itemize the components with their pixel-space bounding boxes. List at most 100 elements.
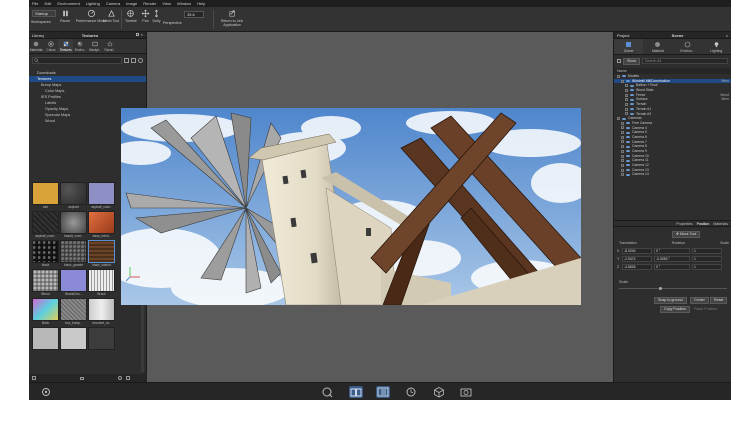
- eye-icon[interactable]: [626, 150, 630, 153]
- name-column[interactable]: Name: [617, 69, 627, 73]
- texture-thumbnail[interactable]: brushed_ra..: [88, 298, 115, 325]
- menu-edit[interactable]: Edit: [44, 0, 51, 7]
- texture-thumbnail[interactable]: Brack: [88, 269, 115, 296]
- tab-lighting[interactable]: Lighting: [702, 39, 731, 54]
- tab-materials[interactable]: Materials: [713, 221, 728, 226]
- list-view-icon[interactable]: [131, 57, 136, 63]
- eye-icon[interactable]: [622, 117, 626, 120]
- cube-icon[interactable]: [432, 386, 446, 398]
- eye-icon[interactable]: [626, 145, 630, 148]
- tab-textures[interactable]: Textures: [58, 39, 74, 53]
- render-viewport-image[interactable]: [121, 108, 581, 305]
- tab-position[interactable]: Position: [697, 221, 710, 226]
- texture-thumbnail[interactable]: BluestCho..: [60, 269, 87, 296]
- visibility-checkbox[interactable]: [625, 107, 628, 111]
- close-icon[interactable]: ×: [141, 33, 143, 37]
- eye-icon[interactable]: [626, 131, 630, 134]
- settings-small-icon[interactable]: [118, 376, 122, 380]
- visibility-checkbox[interactable]: [621, 159, 624, 163]
- library-search-input[interactable]: [32, 56, 122, 64]
- delete-icon[interactable]: [126, 376, 130, 380]
- visibility-checkbox[interactable]: [621, 145, 624, 149]
- eye-icon[interactable]: [626, 136, 630, 139]
- rotation-input[interactable]: -0.0053 °: [654, 256, 690, 262]
- menu-environment[interactable]: Environment: [57, 0, 79, 7]
- eye-icon[interactable]: [630, 94, 634, 97]
- rotation-input[interactable]: 0 °: [654, 248, 690, 254]
- startup-select[interactable]: Startup: [32, 10, 56, 17]
- translation-input[interactable]: -8.0240: [622, 248, 652, 254]
- float-icon[interactable]: [135, 33, 139, 36]
- close-icon[interactable]: ×: [726, 33, 728, 38]
- move-tool-button[interactable]: ✥Move Tool: [672, 231, 701, 238]
- book-icon[interactable]: [349, 386, 363, 398]
- eye-icon[interactable]: [626, 80, 630, 83]
- visibility-checkbox[interactable]: [621, 154, 624, 158]
- history-icon[interactable]: [404, 386, 418, 398]
- menu-camera[interactable]: Camera: [106, 0, 120, 7]
- visibility-checkbox[interactable]: [621, 173, 624, 177]
- dolly-button[interactable]: Dolly: [152, 9, 161, 23]
- copy-position-button[interactable]: Copy Position: [660, 306, 691, 313]
- eye-icon[interactable]: [630, 112, 634, 115]
- texture-thumbnail[interactable]: asphalt_cove..: [32, 211, 59, 238]
- import-icon[interactable]: [32, 376, 36, 380]
- tab-favorites[interactable]: Favori..: [102, 39, 117, 53]
- pan-button[interactable]: Pan: [141, 9, 150, 23]
- folder-icon[interactable]: [80, 376, 84, 380]
- eye-icon[interactable]: [630, 84, 634, 87]
- refresh-icon[interactable]: [138, 57, 143, 63]
- mesh-tool-button[interactable]: Mesh Tool: [103, 9, 119, 23]
- visibility-checkbox[interactable]: [625, 93, 628, 97]
- visibility-checkbox[interactable]: [625, 88, 628, 92]
- texture-thumbnail[interactable]: [88, 327, 115, 354]
- center-button[interactable]: Center: [690, 297, 709, 304]
- eye-icon[interactable]: [626, 140, 630, 143]
- menu-lighting[interactable]: Lighting: [86, 0, 100, 7]
- tree-toggle-icon[interactable]: [617, 59, 621, 63]
- perspective-button[interactable]: Perspective: [163, 20, 182, 25]
- scale-input[interactable]: 1: [692, 264, 722, 270]
- tumble-button[interactable]: Tumble: [125, 9, 137, 23]
- tab-scene[interactable]: Scene: [614, 39, 644, 54]
- tab-backplates[interactable]: Backpl..: [88, 39, 103, 53]
- paste-position-button[interactable]: Paste Position: [694, 307, 717, 311]
- reset-button[interactable]: Reset: [710, 297, 728, 304]
- eye-icon[interactable]: [626, 159, 630, 162]
- eye-icon[interactable]: [630, 103, 634, 106]
- scene-tree-item[interactable]: Camera 14: [614, 172, 731, 177]
- eye-icon[interactable]: [630, 108, 634, 111]
- texture-thumbnail[interactable]: asphalt_cove..: [88, 182, 115, 209]
- eye-icon[interactable]: [630, 98, 634, 101]
- snap-to-ground-button[interactable]: Snap to ground: [654, 297, 687, 304]
- show-dropdown[interactable]: Show: [623, 57, 640, 65]
- texture-thumbnail[interactable]: ash: [32, 182, 59, 209]
- visibility-checkbox[interactable]: [621, 135, 624, 139]
- texture-thumbnail[interactable]: [32, 327, 59, 354]
- texture-thumbnail[interactable]: black: [32, 240, 59, 267]
- menu-image[interactable]: Image: [126, 0, 137, 7]
- visibility-checkbox[interactable]: [621, 121, 624, 125]
- sidebar-icon[interactable]: [376, 386, 390, 398]
- visibility-checkbox[interactable]: [625, 84, 628, 88]
- menu-file[interactable]: File: [32, 0, 38, 7]
- performance-mode-button[interactable]: Performance Mode: [76, 9, 106, 23]
- slider-knob[interactable]: [659, 287, 662, 290]
- menu-window[interactable]: Window: [177, 0, 191, 7]
- field-of-view-input[interactable]: 35.6: [184, 11, 204, 18]
- visibility-checkbox[interactable]: [617, 74, 620, 78]
- texture-thumbnail[interactable]: [60, 327, 87, 354]
- eye-icon[interactable]: [622, 75, 626, 78]
- visibility-checkbox[interactable]: [621, 131, 624, 135]
- tab-environment[interactable]: Environ..: [673, 39, 702, 54]
- return-to-link-button[interactable]: Return to Link Application: [219, 9, 245, 27]
- menu-help[interactable]: Help: [197, 0, 205, 7]
- tab-properties[interactable]: Properties: [676, 221, 692, 226]
- eye-icon[interactable]: [626, 122, 630, 125]
- tab-colors[interactable]: Colors: [44, 39, 59, 53]
- translation-input[interactable]: -2.9474: [622, 256, 652, 262]
- translation-input[interactable]: -4.5526: [622, 264, 652, 270]
- eye-icon[interactable]: [626, 173, 630, 176]
- visibility-checkbox[interactable]: [621, 140, 624, 144]
- texture-thumbnail[interactable]: Brick: [32, 298, 59, 325]
